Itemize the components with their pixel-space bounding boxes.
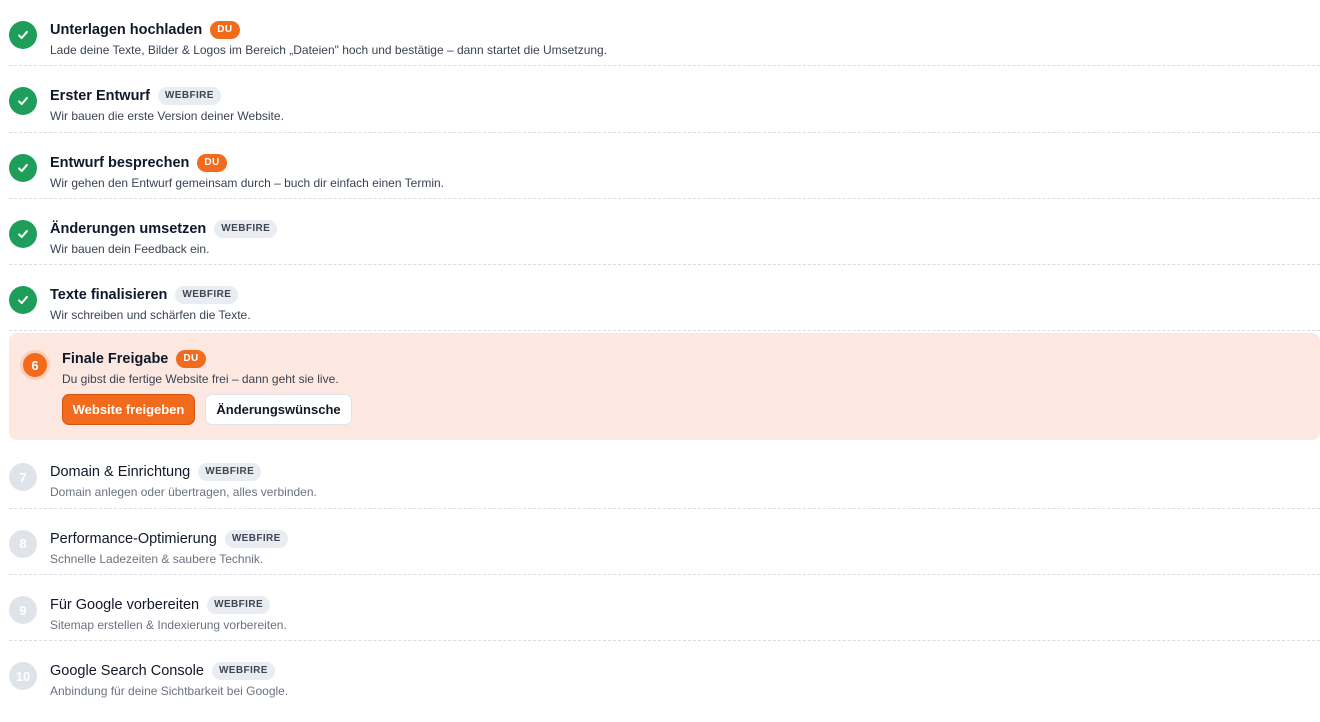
step-8: 8 Performance-Optimierung WEBFIRE Schnel…: [9, 509, 1320, 576]
step-3: Entwurf besprechen DU Wir gehen den Entw…: [9, 133, 1320, 199]
owner-badge: WEBFIRE: [198, 463, 262, 482]
owner-badge: WEBFIRE: [224, 529, 288, 548]
check-icon: [9, 21, 37, 49]
step-description: Wir schreiben und schärfen die Texte.: [50, 308, 251, 323]
step-title: Google Search Console: [50, 663, 204, 680]
step-9: 9 Für Google vorbereiten WEBFIRE Sitemap…: [9, 575, 1320, 642]
step-description: Wir gehen den Entwurf gemeinsam durch – …: [50, 175, 444, 190]
step-description: Lade deine Texte, Bilder & Logos im Bere…: [50, 43, 608, 57]
owner-badge: DU: [210, 21, 240, 39]
check-icon: [9, 153, 37, 182]
step-title: Erster Entwurf: [50, 88, 150, 105]
step-description: Sitemap erstellen & Indexierung vorberei…: [50, 618, 287, 633]
step-description: Wir bauen die erste Version deiner Websi…: [50, 109, 284, 124]
check-icon: [9, 219, 37, 248]
step-5: Texte finalisieren WEBFIRE Wir schreiben…: [9, 265, 1320, 332]
step-number: 7: [9, 463, 37, 492]
step-number: 9: [9, 596, 37, 625]
step-description: Schnelle Ladezeiten & saubere Technik.: [50, 551, 264, 566]
step-title: Änderungen umsetzen: [50, 220, 207, 237]
step-number: 10: [9, 662, 37, 691]
step-4: Änderungen umsetzen WEBFIRE Wir bauen de…: [9, 199, 1320, 266]
step-title: Entwurf besprechen: [50, 154, 190, 171]
step-title: Für Google vorbereiten: [50, 597, 200, 614]
step-7: 7 Domain & Einrichtung WEBFIRE Domain an…: [9, 442, 1320, 509]
step-title: Finale Freigabe: [62, 351, 169, 368]
step-title: Domain & Einrichtung: [50, 464, 191, 481]
owner-badge: WEBFIRE: [211, 662, 275, 681]
request-changes-button[interactable]: Änderungswünsche: [205, 394, 352, 426]
step-number: 6: [20, 350, 50, 381]
step-number: 8: [9, 529, 37, 558]
step-list: Unterlagen hochladen DU Lade deine Texte…: [9, 0, 1320, 708]
step-title: Unterlagen hochladen: [50, 22, 203, 38]
owner-badge: WEBFIRE: [207, 596, 271, 615]
step-title: Performance-Optimierung: [50, 530, 217, 547]
step-actions: Website freigeben Änderungswünsche: [62, 394, 352, 426]
step-description: Domain anlegen oder übertragen, alles ve…: [50, 485, 317, 500]
step-title: Texte finalisieren: [50, 287, 168, 304]
owner-badge: WEBFIRE: [157, 87, 221, 106]
step-6-active: 6 Finale Freigabe DU Du gibst die fertig…: [9, 333, 1320, 441]
owner-badge: DU: [197, 153, 227, 172]
approve-website-button[interactable]: Website freigeben: [62, 394, 195, 426]
step-description: Du gibst die fertige Website frei – dann…: [62, 372, 339, 387]
check-icon: [9, 87, 37, 116]
step-description: Anbindung für deine Sichtbarkeit bei Goo…: [50, 684, 289, 699]
step-description: Wir bauen dein Feedback ein.: [50, 241, 210, 256]
owner-badge: DU: [176, 350, 206, 369]
check-icon: [9, 286, 37, 315]
step-10: 10 Google Search Console WEBFIRE Anbindu…: [9, 641, 1320, 707]
owner-badge: WEBFIRE: [214, 219, 278, 238]
owner-badge: WEBFIRE: [175, 286, 239, 305]
step-1: Unterlagen hochladen DU Lade deine Texte…: [9, 0, 1320, 67]
step-2: Erster Entwurf WEBFIRE Wir bauen die ers…: [9, 66, 1320, 133]
